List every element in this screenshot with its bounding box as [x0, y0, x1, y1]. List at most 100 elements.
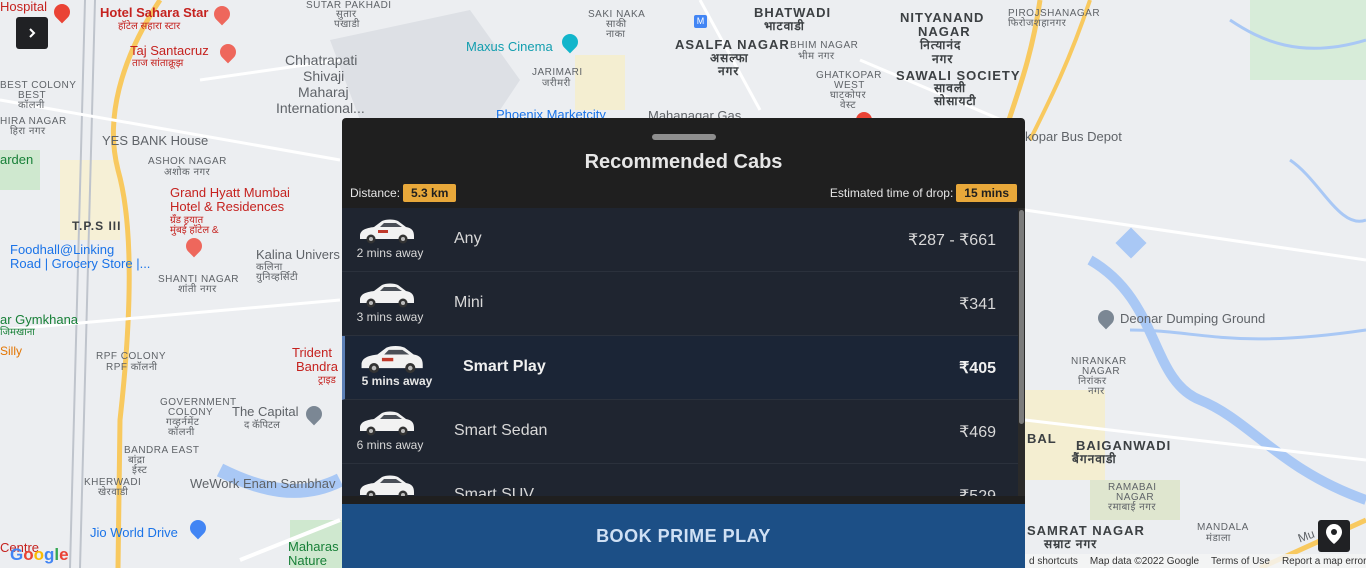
- metro-icon[interactable]: M: [694, 15, 707, 28]
- cab-eta: 3 mins away: [356, 310, 424, 324]
- map-label-samrat-hi: सम्राट नगर: [1044, 537, 1098, 551]
- map-label-mandala: MANDALA: [1197, 522, 1249, 533]
- map-label-trident-hi: ट्राइड: [318, 375, 336, 386]
- map-label-ghatkopar-hi2: वेस्ट: [840, 100, 856, 111]
- drop-time-info: Estimated time of drop: 15 mins: [830, 184, 1017, 202]
- map-data-text: Map data ©2022 Google: [1089, 555, 1200, 567]
- cab-price: ₹529: [959, 486, 996, 496]
- cab-option-mini[interactable]: 3 mins away Mini ₹341: [342, 272, 1018, 336]
- map-label-hotel-sahara-hi: हॉटेल सहारा स्टार: [118, 21, 181, 32]
- terms-link[interactable]: Terms of Use: [1211, 556, 1270, 567]
- cab-name: Smart SUV: [454, 486, 535, 496]
- cab-option-smart-suv[interactable]: Smart SUV ₹529: [342, 464, 1018, 496]
- map-label-maxus[interactable]: Maxus Cinema: [466, 40, 553, 53]
- map-label-nityanand-2: NAGAR: [918, 24, 971, 39]
- chevron-right-icon: [26, 24, 38, 43]
- map-label-the-capital[interactable]: The Capital: [232, 405, 298, 418]
- map-label-mandala-hi: मंडाला: [1206, 533, 1231, 544]
- map-label-hira-nagar-hi: हिरा नगर: [10, 126, 46, 137]
- map-label-ashok-nagar-hi: अशोक नगर: [164, 167, 211, 178]
- map-label-baiganwadi: BAIGANWADI: [1076, 438, 1172, 453]
- map-label-garden: arden: [0, 152, 34, 167]
- map-label-kherwadi-hi: खेरवाडी: [98, 487, 129, 498]
- map-label-sawali-hi2: सोसायटी: [934, 94, 977, 108]
- map-label-grand-hyatt-1[interactable]: Grand Hyatt Mumbai: [170, 186, 290, 199]
- cab-list[interactable]: 2 mins away Any ₹287 - ₹661 3 mins away …: [342, 208, 1025, 496]
- drag-handle[interactable]: [652, 134, 716, 140]
- cab-name: Smart Play: [463, 358, 546, 375]
- car-icon: [356, 280, 416, 310]
- cab-name: Mini: [454, 294, 484, 311]
- cab-price: ₹469: [959, 424, 996, 441]
- car-icon: [356, 408, 416, 438]
- map-label-saki-hi2: नाका: [606, 29, 626, 40]
- cab-eta: 2 mins away: [356, 246, 424, 260]
- map-label-deonar[interactable]: Deonar Dumping Ground: [1120, 312, 1265, 325]
- scrollbar-thumb[interactable]: [1019, 210, 1024, 424]
- map-label-bandra-east-hi2: ईस्ट: [132, 465, 148, 476]
- map-label-nityanand-hi2: नगर: [932, 52, 954, 66]
- map-label-shanti-nagar-hi: शांती नगर: [178, 284, 217, 295]
- cab-price: ₹341: [959, 296, 996, 313]
- map-label-gymkhana-hi: जिमखाना: [0, 327, 35, 338]
- map-label-airport-2[interactable]: Shivaji: [303, 68, 344, 84]
- map-label-hospital: Hospital: [0, 0, 47, 14]
- map-label-jio[interactable]: Jio World Drive: [90, 526, 178, 539]
- map-label-bhatwadi: BHATWADI: [754, 5, 832, 20]
- car-icon: [356, 216, 416, 246]
- panel-title: Recommended Cabs: [584, 151, 783, 173]
- cab-selection-panel: Recommended Cabs Distance: 5.3 km Estima…: [342, 118, 1025, 568]
- map-label-jarimari: JARIMARI: [532, 67, 583, 78]
- book-button[interactable]: BOOK PRIME PLAY: [342, 504, 1025, 568]
- cab-list-scrollbar[interactable]: [1018, 208, 1025, 496]
- google-logo: Google: [10, 545, 69, 564]
- locate-button[interactable]: [1318, 520, 1350, 552]
- map-label-gymkhana[interactable]: ar Gymkhana: [0, 313, 78, 326]
- map-label-trident[interactable]: Trident: [292, 346, 332, 359]
- map-label-airport-1[interactable]: Chhatrapati: [285, 52, 357, 68]
- map-label-sutar-hi2: पखाडी: [334, 19, 360, 30]
- map-label-tps: T.P.S III: [72, 219, 122, 233]
- map-label-ashok-nagar: ASHOK NAGAR: [148, 156, 227, 167]
- map-label-nityanand-1: NITYANAND: [900, 10, 985, 25]
- map-label-airport-4[interactable]: International...: [276, 100, 365, 116]
- map-label-the-capital-hi: द कॅपिटल: [244, 420, 280, 431]
- map-label-grand-hyatt-2[interactable]: Hotel & Residences: [170, 200, 284, 213]
- map-label-pirojshanagar-hi: फिरोजशहानगर: [1008, 18, 1067, 29]
- map-label-taj[interactable]: Taj Santacruz: [130, 44, 209, 57]
- map-label-yes-bank[interactable]: YES BANK House: [102, 134, 208, 147]
- map-label-foodhall-2[interactable]: Road | Grocery Store |...: [10, 257, 150, 270]
- map-label-silly[interactable]: Silly: [0, 345, 22, 358]
- map-label-taj-hi: ताज सांताक्रूझ: [132, 58, 184, 69]
- cab-option-smart-sedan[interactable]: 6 mins away Smart Sedan ₹469: [342, 400, 1018, 464]
- map-label-airport-3[interactable]: Maharaj: [298, 84, 349, 100]
- map-label-best-hi: कॉलनी: [18, 100, 45, 111]
- map-label-jarimari-hi: जरीमरी: [542, 78, 571, 89]
- map-label-samrat: SAMRAT NAGAR: [1027, 523, 1145, 538]
- expand-panel-button[interactable]: [16, 17, 48, 49]
- map-label-hotel-sahara[interactable]: Hotel Sahara Star: [100, 6, 208, 19]
- distance-value: 5.3 km: [403, 184, 457, 202]
- map-label-trident-2[interactable]: Bandra: [296, 360, 338, 373]
- location-pin-icon: [1326, 524, 1342, 548]
- map-label-maharas-2[interactable]: Nature: [288, 554, 327, 567]
- map-label-foodhall-1[interactable]: Foodhall@Linking: [10, 243, 114, 256]
- map-label-maharas[interactable]: Maharas: [288, 540, 339, 553]
- map-label-rpf-hi: RPF कॉलनी: [106, 362, 158, 373]
- car-icon: [356, 472, 416, 496]
- distance-label: Distance:: [350, 186, 401, 200]
- map-attribution: d shortcuts Map data ©2022 Google Terms …: [1025, 554, 1366, 568]
- map-label-kalina[interactable]: Kalina Univers: [256, 248, 340, 261]
- drop-time-value: 15 mins: [956, 184, 1017, 202]
- cab-option-any[interactable]: 2 mins away Any ₹287 - ₹661: [342, 208, 1018, 272]
- cab-option-smart-play[interactable]: 5 mins away Smart Play ₹405: [342, 336, 1018, 400]
- distance-info: Distance: 5.3 km: [350, 184, 457, 202]
- keyboard-shortcuts-link[interactable]: d shortcuts: [1029, 556, 1078, 567]
- map-label-wework[interactable]: WeWork Enam Sambhav: [190, 477, 335, 490]
- map-label-bus-depot[interactable]: kopar Bus Depot: [1025, 130, 1122, 143]
- cab-price: ₹405: [959, 360, 996, 377]
- car-icon: [355, 342, 427, 376]
- map-label-bal: BAL: [1027, 431, 1057, 446]
- map-label-asalfa-hi2: नगर: [718, 64, 740, 78]
- report-error-link[interactable]: Report a map error: [1282, 556, 1366, 567]
